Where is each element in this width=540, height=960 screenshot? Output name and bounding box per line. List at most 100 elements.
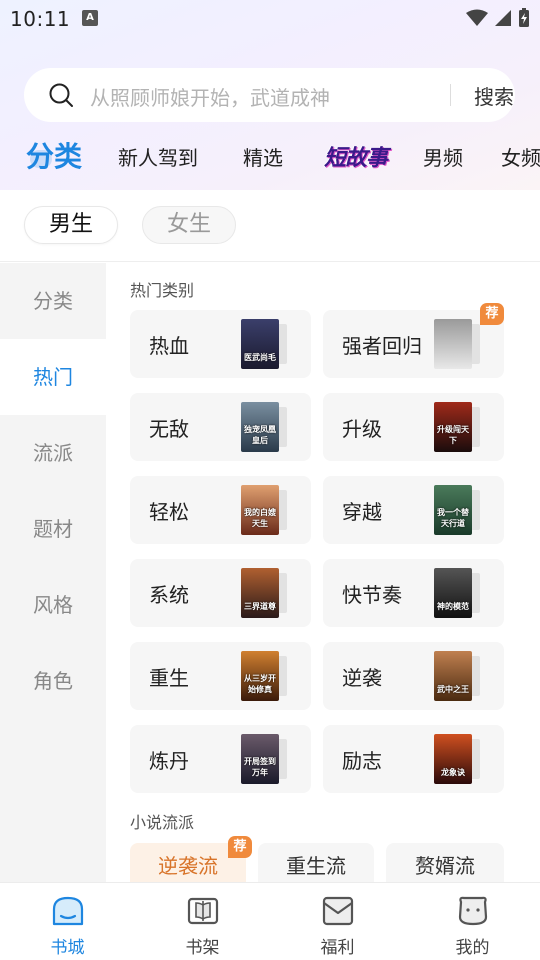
category-card[interactable]: 炼丹 开局签到万年	[130, 725, 311, 793]
top-tabs: 分类 新人驾到 精选 短故事 男频 女频	[0, 132, 540, 180]
book-cover-shadow	[472, 324, 480, 364]
gender-female-button[interactable]: 女生	[142, 206, 236, 244]
book-cover: 独宠凤凰皇后	[241, 402, 279, 452]
tab-category[interactable]: 分类	[26, 135, 82, 175]
category-label: 炼丹	[149, 749, 189, 773]
style-pill-rebirth[interactable]: 重生流	[258, 843, 374, 883]
search-bar[interactable]: 从照顾师娘开始，武道成神 搜索	[24, 68, 515, 122]
category-label: 热血	[149, 334, 189, 358]
category-card[interactable]: 轻松 我的白嫂天生	[130, 476, 311, 544]
signal-icon	[495, 10, 511, 26]
book-cover: 开局签到万年	[241, 734, 279, 784]
book-cover-shadow	[472, 656, 480, 696]
bottom-nav-label: 我的	[455, 938, 490, 958]
bottom-nav-label: 书城	[50, 938, 85, 958]
category-label: 快节奏	[342, 583, 402, 607]
book-cover-title: 武中之王	[437, 685, 469, 694]
category-label: 穿越	[342, 500, 382, 524]
book-cover-title: 医武尚毛	[244, 353, 276, 362]
book-cover: 医武尚毛	[241, 319, 279, 369]
book-cover: 从三岁开始修真	[241, 651, 279, 701]
bottom-nav-profile[interactable]: 我的	[405, 883, 540, 960]
book-cover-title: 三界道尊	[244, 602, 276, 611]
category-label: 重生	[149, 666, 189, 690]
tab-newcomer[interactable]: 新人驾到	[118, 142, 198, 171]
bottom-nav-label: 福利	[320, 938, 355, 958]
book-cover-title: 龙象诀	[441, 768, 465, 777]
category-card[interactable]: 热血医武尚毛	[130, 310, 311, 378]
bottom-nav-bookshelf[interactable]: 书架	[135, 883, 270, 960]
search-button[interactable]: 搜索	[474, 81, 514, 110]
book-cover-shadow	[472, 407, 480, 447]
category-label: 逆袭	[342, 666, 382, 690]
nav-item-theme[interactable]: 题材	[0, 491, 106, 567]
category-label: 无敌	[149, 417, 189, 441]
book-cover-shadow	[279, 407, 287, 447]
book-cover: 我一个替天行道	[434, 485, 472, 535]
tab-short-story[interactable]: 短故事	[324, 140, 388, 172]
category-card[interactable]: 快节奏神的模范	[323, 559, 504, 627]
book-cover: 我的白嫂天生	[241, 485, 279, 535]
category-card[interactable]: 重生 从三岁开始修真	[130, 642, 311, 710]
search-icon	[49, 83, 73, 107]
nav-item-category[interactable]: 分类	[0, 263, 106, 339]
recommend-badge: 荐	[228, 836, 252, 858]
nav-item-style[interactable]: 风格	[0, 567, 106, 643]
gender-male-button[interactable]: 男生	[24, 206, 118, 244]
section-title-styles: 小说流派	[130, 813, 195, 832]
style-pill-son-in-law[interactable]: 赘婿流	[386, 843, 504, 883]
category-card[interactable]: 逆袭武中之王	[323, 642, 504, 710]
book-cover-title: 从三岁开始修真	[244, 674, 276, 694]
nav-item-genre[interactable]: 流派	[0, 415, 106, 491]
bookshelf-icon	[187, 897, 219, 925]
bottom-nav-bookstore[interactable]: 书城	[0, 883, 135, 960]
search-input[interactable]: 从照顾师娘开始，武道成神	[90, 82, 330, 111]
category-content: 热门类别 热血医武尚毛 强者回归荐 无敌 独宠凤凰皇后 升级 升级闯天下轻松 我的白嫂天生 穿…	[106, 263, 540, 883]
status-bar: 10:11 A	[0, 0, 540, 38]
book-cover-shadow	[279, 656, 287, 696]
nav-item-character[interactable]: 角色	[0, 643, 106, 719]
category-label: 励志	[342, 749, 382, 773]
book-cover-shadow	[472, 490, 480, 530]
book-cover-shadow	[279, 490, 287, 530]
bottom-nav-label: 书架	[185, 938, 220, 958]
category-label: 轻松	[149, 500, 189, 524]
book-cover-title: 升级闯天下	[437, 425, 469, 445]
left-category-nav: 分类 热门 流派 题材 风格 角色	[0, 263, 106, 883]
section-title-hot: 热门类别	[130, 281, 195, 300]
bookstore-icon	[52, 896, 84, 926]
tab-featured[interactable]: 精选	[243, 142, 283, 171]
category-card[interactable]: 励志龙象诀	[323, 725, 504, 793]
book-cover-shadow	[279, 573, 287, 613]
status-icons	[466, 8, 530, 28]
book-cover-shadow	[279, 739, 287, 779]
book-cover-title: 独宠凤凰皇后	[244, 425, 276, 445]
book-cover-shadow	[472, 573, 480, 613]
category-label: 强者回归	[342, 334, 422, 358]
book-cover: 升级闯天下	[434, 402, 472, 452]
book-cover: 神的模范	[434, 568, 472, 618]
book-cover: 龙象诀	[434, 734, 472, 784]
profile-icon	[458, 896, 488, 926]
book-cover: 武中之王	[434, 651, 472, 701]
bottom-nav-welfare[interactable]: 福利	[270, 883, 405, 960]
book-cover-shadow	[472, 739, 480, 779]
gift-icon	[322, 896, 354, 926]
bottom-nav: 书城 书架 福利 我的	[0, 882, 540, 960]
category-card[interactable]: 无敌 独宠凤凰皇后	[130, 393, 311, 461]
gender-toggle: 男生 女生	[0, 190, 540, 262]
book-cover-title: 神的模范	[437, 602, 469, 611]
book-cover-shadow	[279, 324, 287, 364]
category-card[interactable]: 穿越 我一个替天行道	[323, 476, 504, 544]
book-cover-title: 我一个替天行道	[437, 508, 469, 528]
category-card[interactable]: 系统 三界道尊	[130, 559, 311, 627]
category-label: 升级	[342, 417, 382, 441]
tab-male-channel[interactable]: 男频	[423, 142, 463, 171]
category-card[interactable]: 强者回归	[323, 310, 504, 378]
category-card[interactable]: 升级 升级闯天下	[323, 393, 504, 461]
notification-icon: A	[82, 10, 98, 26]
search-divider	[450, 84, 451, 106]
battery-icon	[519, 8, 529, 27]
nav-item-hot[interactable]: 热门	[0, 339, 106, 415]
tab-female-channel[interactable]: 女频	[501, 142, 540, 171]
